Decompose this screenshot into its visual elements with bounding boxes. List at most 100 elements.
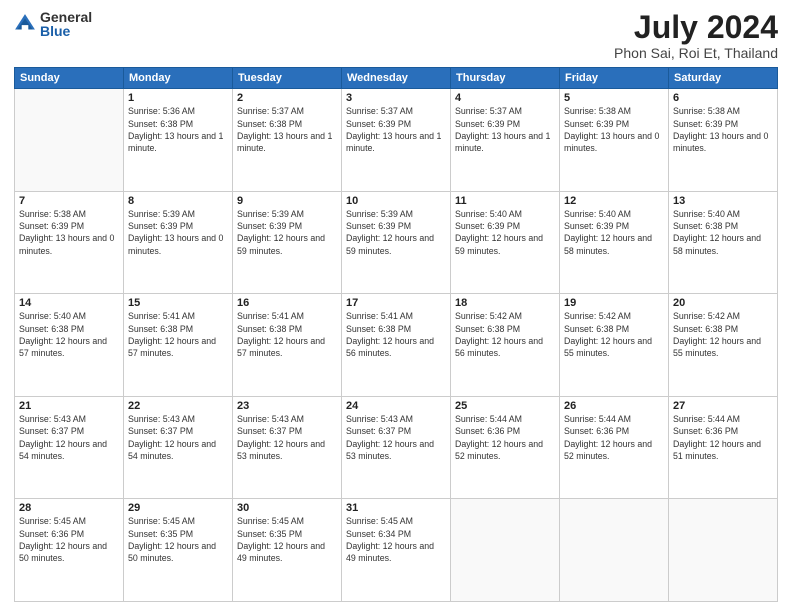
calendar-cell: 12Sunrise: 5:40 AMSunset: 6:39 PMDayligh… [560, 191, 669, 294]
logo-general: General [40, 10, 92, 24]
logo-icon [14, 13, 36, 35]
logo-text: General Blue [40, 10, 92, 38]
calendar-cell: 17Sunrise: 5:41 AMSunset: 6:38 PMDayligh… [342, 294, 451, 397]
day-info: Sunrise: 5:41 AMSunset: 6:38 PMDaylight:… [237, 310, 337, 359]
logo-blue: Blue [40, 24, 92, 38]
day-info: Sunrise: 5:45 AMSunset: 6:36 PMDaylight:… [19, 515, 119, 564]
title-block: July 2024 Phon Sai, Roi Et, Thailand [614, 10, 778, 61]
day-number: 2 [237, 92, 337, 104]
day-number: 27 [673, 400, 773, 412]
day-number: 20 [673, 297, 773, 309]
calendar-header-saturday: Saturday [669, 68, 778, 89]
day-info: Sunrise: 5:38 AMSunset: 6:39 PMDaylight:… [564, 105, 664, 154]
day-number: 11 [455, 195, 555, 207]
calendar-cell: 19Sunrise: 5:42 AMSunset: 6:38 PMDayligh… [560, 294, 669, 397]
day-number: 10 [346, 195, 446, 207]
day-info: Sunrise: 5:40 AMSunset: 6:39 PMDaylight:… [455, 208, 555, 257]
calendar-cell: 16Sunrise: 5:41 AMSunset: 6:38 PMDayligh… [233, 294, 342, 397]
calendar-cell [15, 89, 124, 192]
day-number: 16 [237, 297, 337, 309]
calendar-table: SundayMondayTuesdayWednesdayThursdayFrid… [14, 67, 778, 602]
month-title: July 2024 [614, 10, 778, 45]
calendar-header-thursday: Thursday [451, 68, 560, 89]
day-info: Sunrise: 5:36 AMSunset: 6:38 PMDaylight:… [128, 105, 228, 154]
day-info: Sunrise: 5:41 AMSunset: 6:38 PMDaylight:… [128, 310, 228, 359]
calendar-cell: 14Sunrise: 5:40 AMSunset: 6:38 PMDayligh… [15, 294, 124, 397]
calendar-cell: 24Sunrise: 5:43 AMSunset: 6:37 PMDayligh… [342, 396, 451, 499]
day-number: 14 [19, 297, 119, 309]
calendar-cell: 20Sunrise: 5:42 AMSunset: 6:38 PMDayligh… [669, 294, 778, 397]
day-info: Sunrise: 5:42 AMSunset: 6:38 PMDaylight:… [455, 310, 555, 359]
calendar-cell: 25Sunrise: 5:44 AMSunset: 6:36 PMDayligh… [451, 396, 560, 499]
calendar-cell: 23Sunrise: 5:43 AMSunset: 6:37 PMDayligh… [233, 396, 342, 499]
calendar-week-row: 14Sunrise: 5:40 AMSunset: 6:38 PMDayligh… [15, 294, 778, 397]
day-number: 4 [455, 92, 555, 104]
day-number: 18 [455, 297, 555, 309]
calendar-cell: 13Sunrise: 5:40 AMSunset: 6:38 PMDayligh… [669, 191, 778, 294]
day-info: Sunrise: 5:39 AMSunset: 6:39 PMDaylight:… [237, 208, 337, 257]
calendar-cell: 18Sunrise: 5:42 AMSunset: 6:38 PMDayligh… [451, 294, 560, 397]
day-info: Sunrise: 5:43 AMSunset: 6:37 PMDaylight:… [237, 413, 337, 462]
header: General Blue July 2024 Phon Sai, Roi Et,… [14, 10, 778, 61]
day-number: 21 [19, 400, 119, 412]
calendar-cell: 27Sunrise: 5:44 AMSunset: 6:36 PMDayligh… [669, 396, 778, 499]
day-number: 25 [455, 400, 555, 412]
day-number: 5 [564, 92, 664, 104]
day-number: 31 [346, 502, 446, 514]
day-info: Sunrise: 5:41 AMSunset: 6:38 PMDaylight:… [346, 310, 446, 359]
day-info: Sunrise: 5:37 AMSunset: 6:39 PMDaylight:… [346, 105, 446, 154]
day-info: Sunrise: 5:42 AMSunset: 6:38 PMDaylight:… [564, 310, 664, 359]
day-number: 1 [128, 92, 228, 104]
calendar-cell: 31Sunrise: 5:45 AMSunset: 6:34 PMDayligh… [342, 499, 451, 602]
calendar-cell: 5Sunrise: 5:38 AMSunset: 6:39 PMDaylight… [560, 89, 669, 192]
day-number: 13 [673, 195, 773, 207]
day-number: 8 [128, 195, 228, 207]
day-info: Sunrise: 5:42 AMSunset: 6:38 PMDaylight:… [673, 310, 773, 359]
day-info: Sunrise: 5:39 AMSunset: 6:39 PMDaylight:… [346, 208, 446, 257]
day-info: Sunrise: 5:44 AMSunset: 6:36 PMDaylight:… [564, 413, 664, 462]
calendar-cell: 8Sunrise: 5:39 AMSunset: 6:39 PMDaylight… [124, 191, 233, 294]
calendar-cell: 22Sunrise: 5:43 AMSunset: 6:37 PMDayligh… [124, 396, 233, 499]
day-info: Sunrise: 5:45 AMSunset: 6:35 PMDaylight:… [237, 515, 337, 564]
day-number: 6 [673, 92, 773, 104]
calendar-cell: 4Sunrise: 5:37 AMSunset: 6:39 PMDaylight… [451, 89, 560, 192]
day-number: 24 [346, 400, 446, 412]
calendar-cell: 21Sunrise: 5:43 AMSunset: 6:37 PMDayligh… [15, 396, 124, 499]
logo: General Blue [14, 10, 92, 38]
calendar-cell: 2Sunrise: 5:37 AMSunset: 6:38 PMDaylight… [233, 89, 342, 192]
day-number: 3 [346, 92, 446, 104]
day-info: Sunrise: 5:37 AMSunset: 6:38 PMDaylight:… [237, 105, 337, 154]
day-info: Sunrise: 5:39 AMSunset: 6:39 PMDaylight:… [128, 208, 228, 257]
calendar-cell: 29Sunrise: 5:45 AMSunset: 6:35 PMDayligh… [124, 499, 233, 602]
day-number: 17 [346, 297, 446, 309]
day-number: 26 [564, 400, 664, 412]
day-info: Sunrise: 5:43 AMSunset: 6:37 PMDaylight:… [19, 413, 119, 462]
calendar-cell: 15Sunrise: 5:41 AMSunset: 6:38 PMDayligh… [124, 294, 233, 397]
calendar-header-friday: Friday [560, 68, 669, 89]
day-info: Sunrise: 5:43 AMSunset: 6:37 PMDaylight:… [128, 413, 228, 462]
calendar-cell: 1Sunrise: 5:36 AMSunset: 6:38 PMDaylight… [124, 89, 233, 192]
day-number: 23 [237, 400, 337, 412]
day-info: Sunrise: 5:44 AMSunset: 6:36 PMDaylight:… [673, 413, 773, 462]
day-info: Sunrise: 5:45 AMSunset: 6:35 PMDaylight:… [128, 515, 228, 564]
calendar-header-monday: Monday [124, 68, 233, 89]
day-number: 30 [237, 502, 337, 514]
calendar-cell: 10Sunrise: 5:39 AMSunset: 6:39 PMDayligh… [342, 191, 451, 294]
calendar-cell: 28Sunrise: 5:45 AMSunset: 6:36 PMDayligh… [15, 499, 124, 602]
calendar-week-row: 21Sunrise: 5:43 AMSunset: 6:37 PMDayligh… [15, 396, 778, 499]
day-info: Sunrise: 5:37 AMSunset: 6:39 PMDaylight:… [455, 105, 555, 154]
calendar-header-row: SundayMondayTuesdayWednesdayThursdayFrid… [15, 68, 778, 89]
day-info: Sunrise: 5:43 AMSunset: 6:37 PMDaylight:… [346, 413, 446, 462]
day-info: Sunrise: 5:40 AMSunset: 6:38 PMDaylight:… [673, 208, 773, 257]
calendar-week-row: 28Sunrise: 5:45 AMSunset: 6:36 PMDayligh… [15, 499, 778, 602]
day-number: 28 [19, 502, 119, 514]
day-info: Sunrise: 5:38 AMSunset: 6:39 PMDaylight:… [19, 208, 119, 257]
day-number: 12 [564, 195, 664, 207]
day-info: Sunrise: 5:45 AMSunset: 6:34 PMDaylight:… [346, 515, 446, 564]
calendar-cell: 7Sunrise: 5:38 AMSunset: 6:39 PMDaylight… [15, 191, 124, 294]
calendar-cell [669, 499, 778, 602]
calendar-week-row: 7Sunrise: 5:38 AMSunset: 6:39 PMDaylight… [15, 191, 778, 294]
calendar-header-tuesday: Tuesday [233, 68, 342, 89]
day-number: 29 [128, 502, 228, 514]
day-info: Sunrise: 5:40 AMSunset: 6:39 PMDaylight:… [564, 208, 664, 257]
